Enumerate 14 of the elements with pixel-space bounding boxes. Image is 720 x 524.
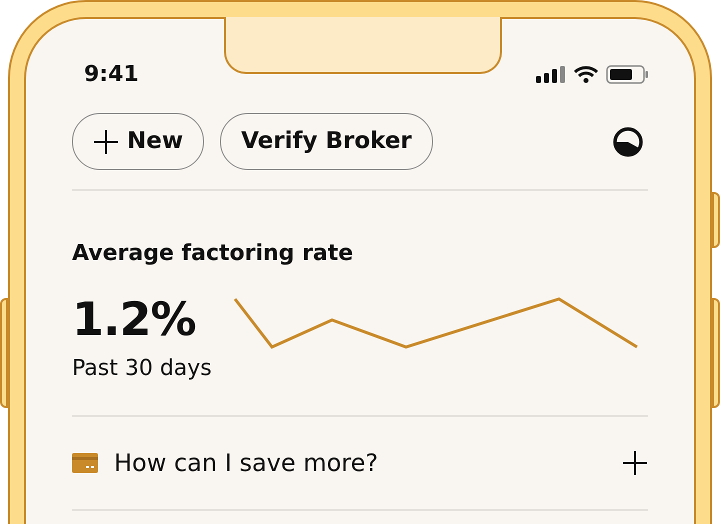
- verify-button[interactable]: Verify Broker: [220, 113, 433, 170]
- card-icon: [72, 453, 98, 473]
- pie-icon[interactable]: [612, 126, 644, 158]
- faq-question[interactable]: How can I save more?: [114, 445, 378, 481]
- expand-icon[interactable]: [622, 450, 648, 476]
- plus-icon: [93, 128, 119, 154]
- new-button[interactable]: New: [72, 113, 204, 170]
- battery-icon: [606, 64, 648, 84]
- period-label: Past 30 days: [72, 355, 213, 383]
- card-title: Average factoring rate: [72, 240, 354, 268]
- wifi-icon: [574, 66, 598, 82]
- rate-value: 1.2%: [72, 296, 197, 342]
- status-time: 9:41: [84, 60, 139, 88]
- signal-icon: [536, 66, 566, 82]
